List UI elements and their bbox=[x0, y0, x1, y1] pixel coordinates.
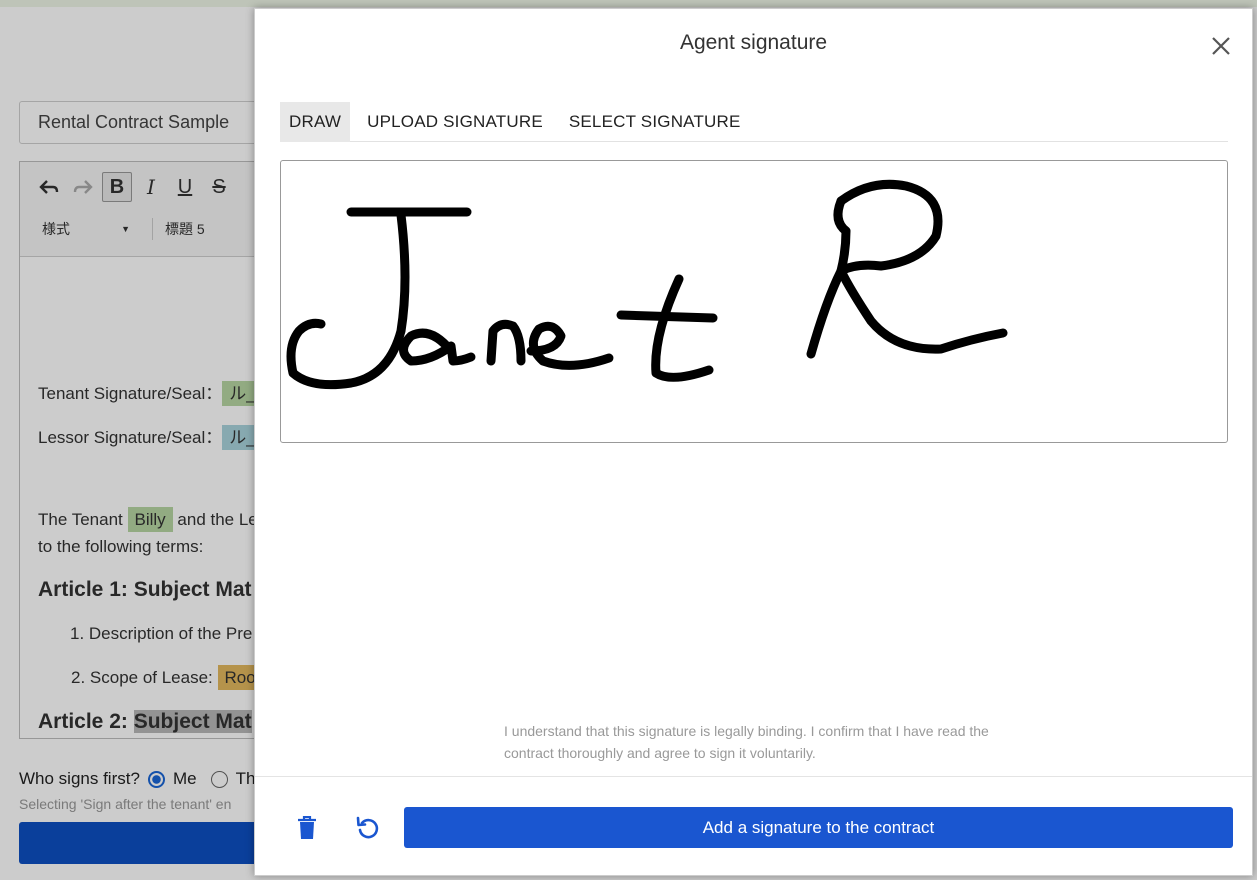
legal-consent-text: I understand that this signature is lega… bbox=[504, 723, 989, 761]
signature-canvas[interactable] bbox=[280, 160, 1228, 443]
signature-modal: Agent signature DRAW UPLOAD SIGNATURE SE… bbox=[254, 8, 1253, 876]
close-icon[interactable] bbox=[1206, 31, 1236, 61]
footer-divider bbox=[255, 776, 1252, 777]
tab-select-signature[interactable]: SELECT SIGNATURE bbox=[560, 102, 750, 142]
trash-icon[interactable] bbox=[291, 812, 323, 844]
signature-tabs: DRAW UPLOAD SIGNATURE SELECT SIGNATURE bbox=[280, 102, 1228, 142]
drawn-signature bbox=[286, 179, 1008, 390]
tab-draw[interactable]: DRAW bbox=[280, 102, 351, 142]
tab-upload-signature[interactable]: UPLOAD SIGNATURE bbox=[358, 102, 552, 142]
undo-icon[interactable] bbox=[352, 812, 384, 844]
add-signature-button[interactable]: Add a signature to the contract bbox=[404, 807, 1233, 848]
modal-title: Agent signature bbox=[679, 31, 828, 54]
